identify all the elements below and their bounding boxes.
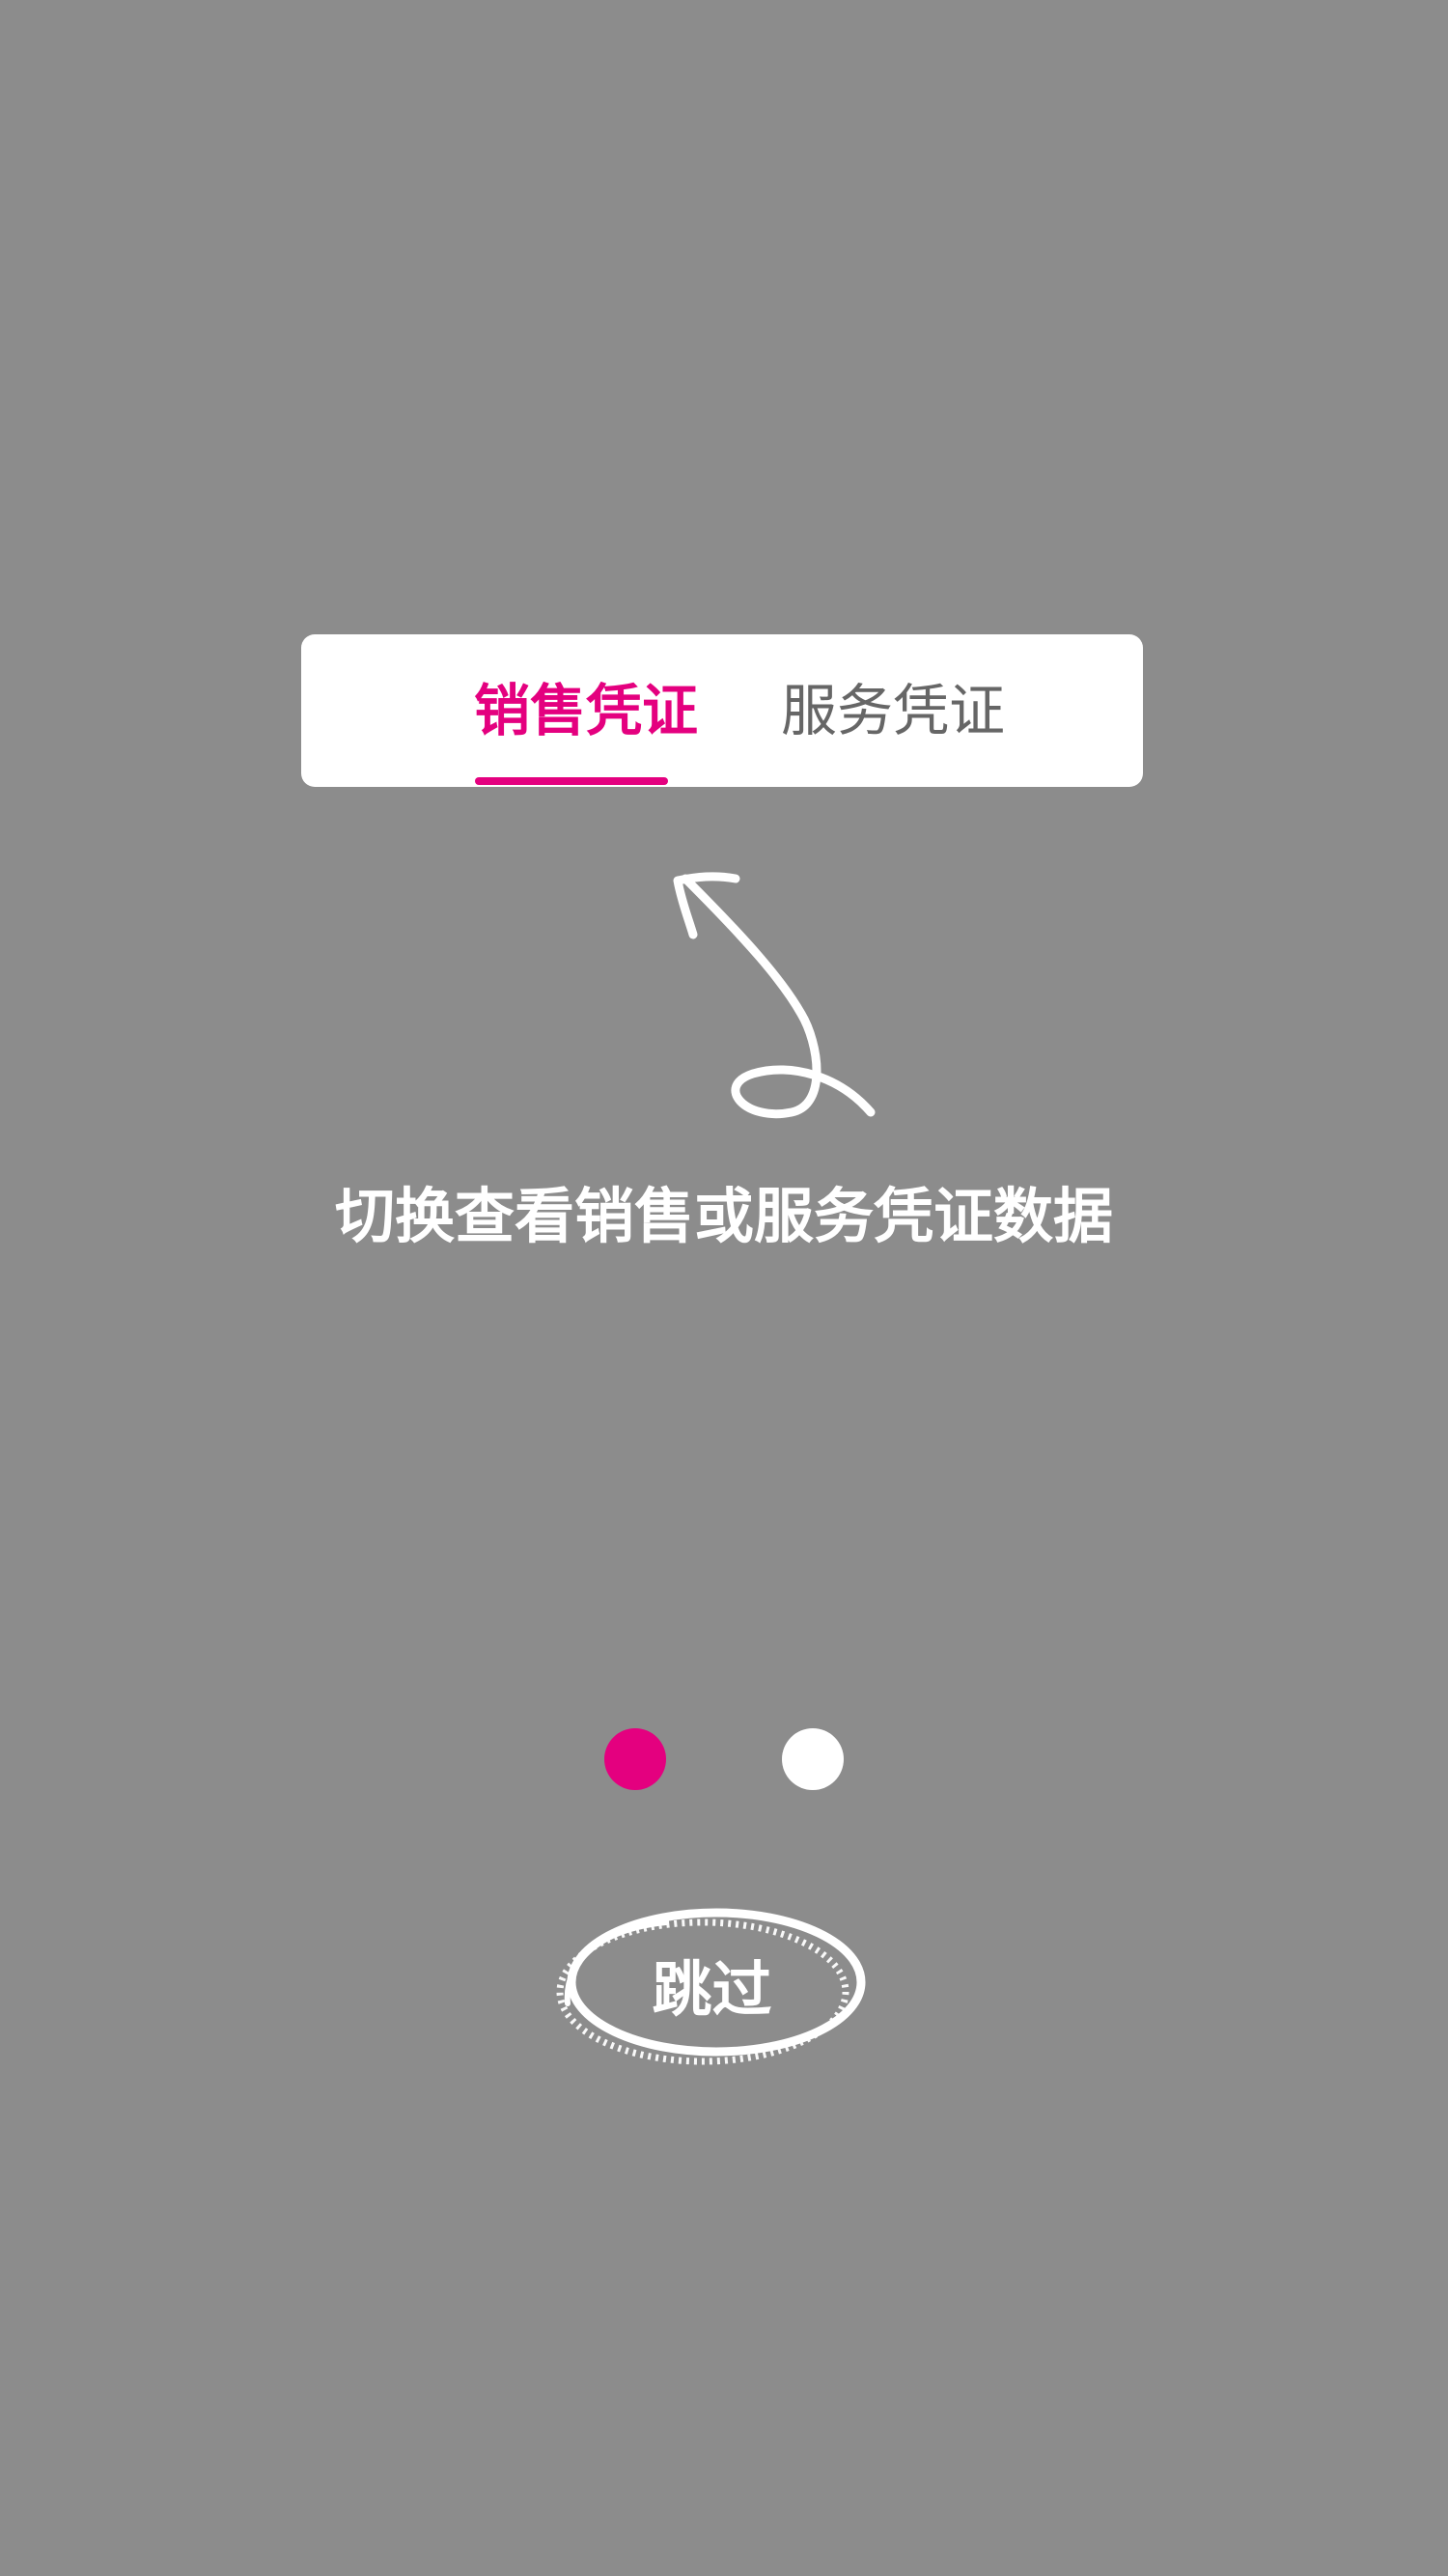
active-tab-underline (475, 777, 668, 785)
page-indicator-dot (782, 1728, 844, 1790)
tab-service-voucher[interactable]: 服务凭证 (763, 634, 1023, 787)
skip-label: 跳过 (652, 1954, 772, 2025)
hand-drawn-arrow-icon (673, 872, 876, 1119)
guide-hint-text: 切换查看销售或服务凭证数据 (334, 1181, 1113, 1251)
tab-sales-voucher[interactable]: 销售凭证 (456, 634, 716, 787)
tab-bar: 销售凭证 服务凭证 (301, 634, 1143, 787)
page-indicator-dot-active (604, 1728, 666, 1790)
skip-button[interactable]: 跳过 (541, 1897, 874, 2071)
